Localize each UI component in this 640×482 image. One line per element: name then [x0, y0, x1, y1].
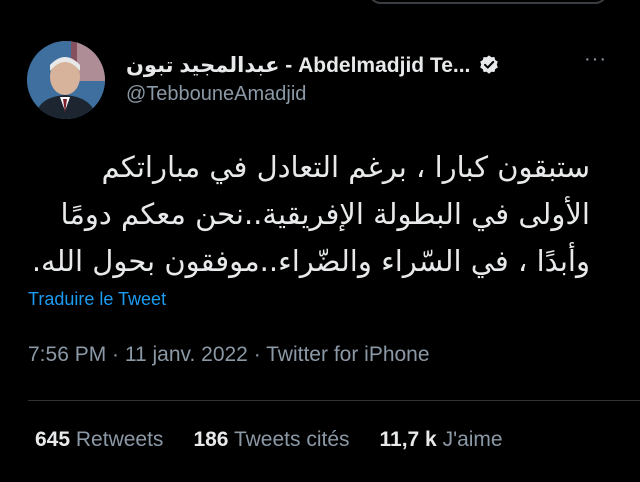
retweets-count: 645	[35, 428, 71, 451]
divider	[28, 400, 640, 401]
quotes-count: 186	[193, 428, 229, 451]
author-handle[interactable]: @TebbouneAmadjid	[126, 83, 306, 106]
tweet-line: وأبدًا ، في السّراء والضّراء..موفقون بحو…	[31, 244, 590, 278]
more-options-icon[interactable]: ···	[584, 48, 607, 71]
verified-badge-icon	[480, 55, 499, 74]
top-search-pill[interactable]	[368, 0, 608, 4]
quote-tweets-stat[interactable]: 186 Tweets cités	[193, 428, 349, 452]
likes-label: J'aime	[442, 428, 503, 451]
retweets-stat[interactable]: 645 Retweets	[35, 428, 163, 452]
retweets-label: Retweets	[75, 428, 164, 451]
likes-count: 11,7 k	[379, 428, 437, 451]
avatar[interactable]	[27, 41, 105, 119]
quotes-label: Tweets cités	[233, 428, 350, 451]
tweet-line: الأولى في البطولة الإفريقية..نحن معكم دو…	[60, 197, 590, 231]
tweet-stats: 645 Retweets 186 Tweets cités 11,7 k J'a…	[35, 428, 503, 452]
translate-tweet-link[interactable]: Traduire le Tweet	[28, 289, 166, 310]
author-name-row[interactable]: عبدالمجيد تبون - Abdelmadjid Te...	[126, 50, 500, 80]
author-display-name[interactable]: عبدالمجيد تبون - Abdelmadjid Te...	[126, 53, 470, 78]
likes-stat[interactable]: 11,7 k J'aime	[380, 428, 503, 452]
tweet-timestamp-source[interactable]: 7:56 PM · 11 janv. 2022 · Twitter for iP…	[28, 343, 430, 367]
avatar-photo-icon	[27, 41, 105, 119]
tweet-line: ستبقون كبارا ، برغم التعادل في مباراتكم	[101, 150, 590, 184]
tweet-text: ستبقون كبارا ، برغم التعادل في مباراتكم …	[28, 144, 590, 285]
